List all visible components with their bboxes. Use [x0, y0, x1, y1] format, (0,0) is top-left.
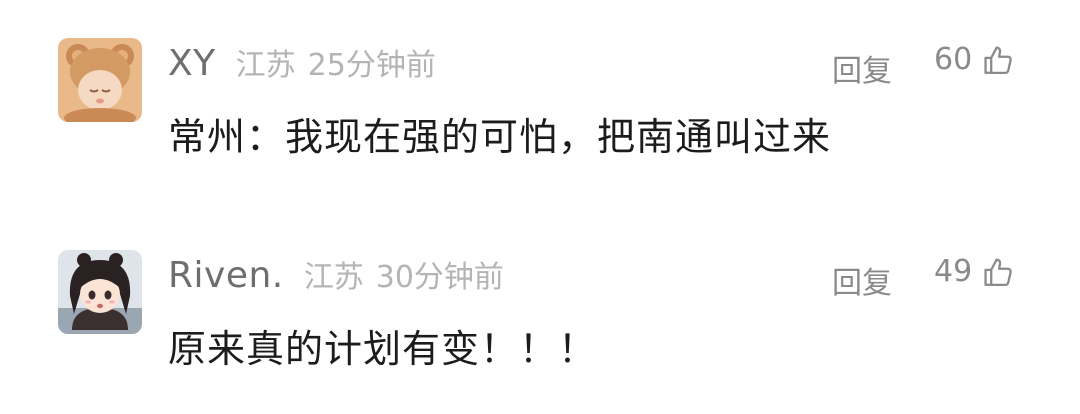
thumbs-up-icon — [982, 255, 1016, 289]
reply-button[interactable]: 回复 — [832, 46, 892, 90]
like-count: 60 — [934, 42, 973, 77]
comment-item: XY 江苏 25分钟前 回复 60 常州：我现在强的可怕，把南通叫过来 — [0, 0, 1080, 160]
comment-meta: XY 江苏 25分钟前 — [168, 40, 436, 90]
teddy-bear-baby-avatar-icon — [58, 38, 142, 122]
comment-text: 原来真的计划有变！！！ — [168, 327, 598, 371]
like-button[interactable]: 60 — [934, 42, 1016, 77]
avatar[interactable] — [58, 38, 142, 122]
location: 江苏 — [235, 48, 296, 83]
timestamp: 25分钟前 — [307, 48, 436, 83]
like-button[interactable]: 49 — [934, 254, 1016, 289]
comment-item: Riven. 江苏 30分钟前 回复 49 原来真的计划有变！！！ — [0, 214, 1080, 374]
avatar[interactable] — [58, 250, 142, 334]
username[interactable]: XY — [168, 43, 216, 84]
like-count: 49 — [934, 254, 973, 289]
reply-button[interactable]: 回复 — [832, 258, 892, 302]
location: 江苏 — [303, 260, 364, 295]
timestamp: 30分钟前 — [375, 260, 504, 295]
username[interactable]: Riven. — [168, 255, 284, 296]
anime-girl-avatar-icon — [58, 250, 142, 334]
comment-meta: Riven. 江苏 30分钟前 — [168, 252, 504, 302]
thumbs-up-icon — [982, 43, 1016, 77]
comment-text: 常州：我现在强的可怕，把南通叫过来 — [168, 115, 832, 159]
